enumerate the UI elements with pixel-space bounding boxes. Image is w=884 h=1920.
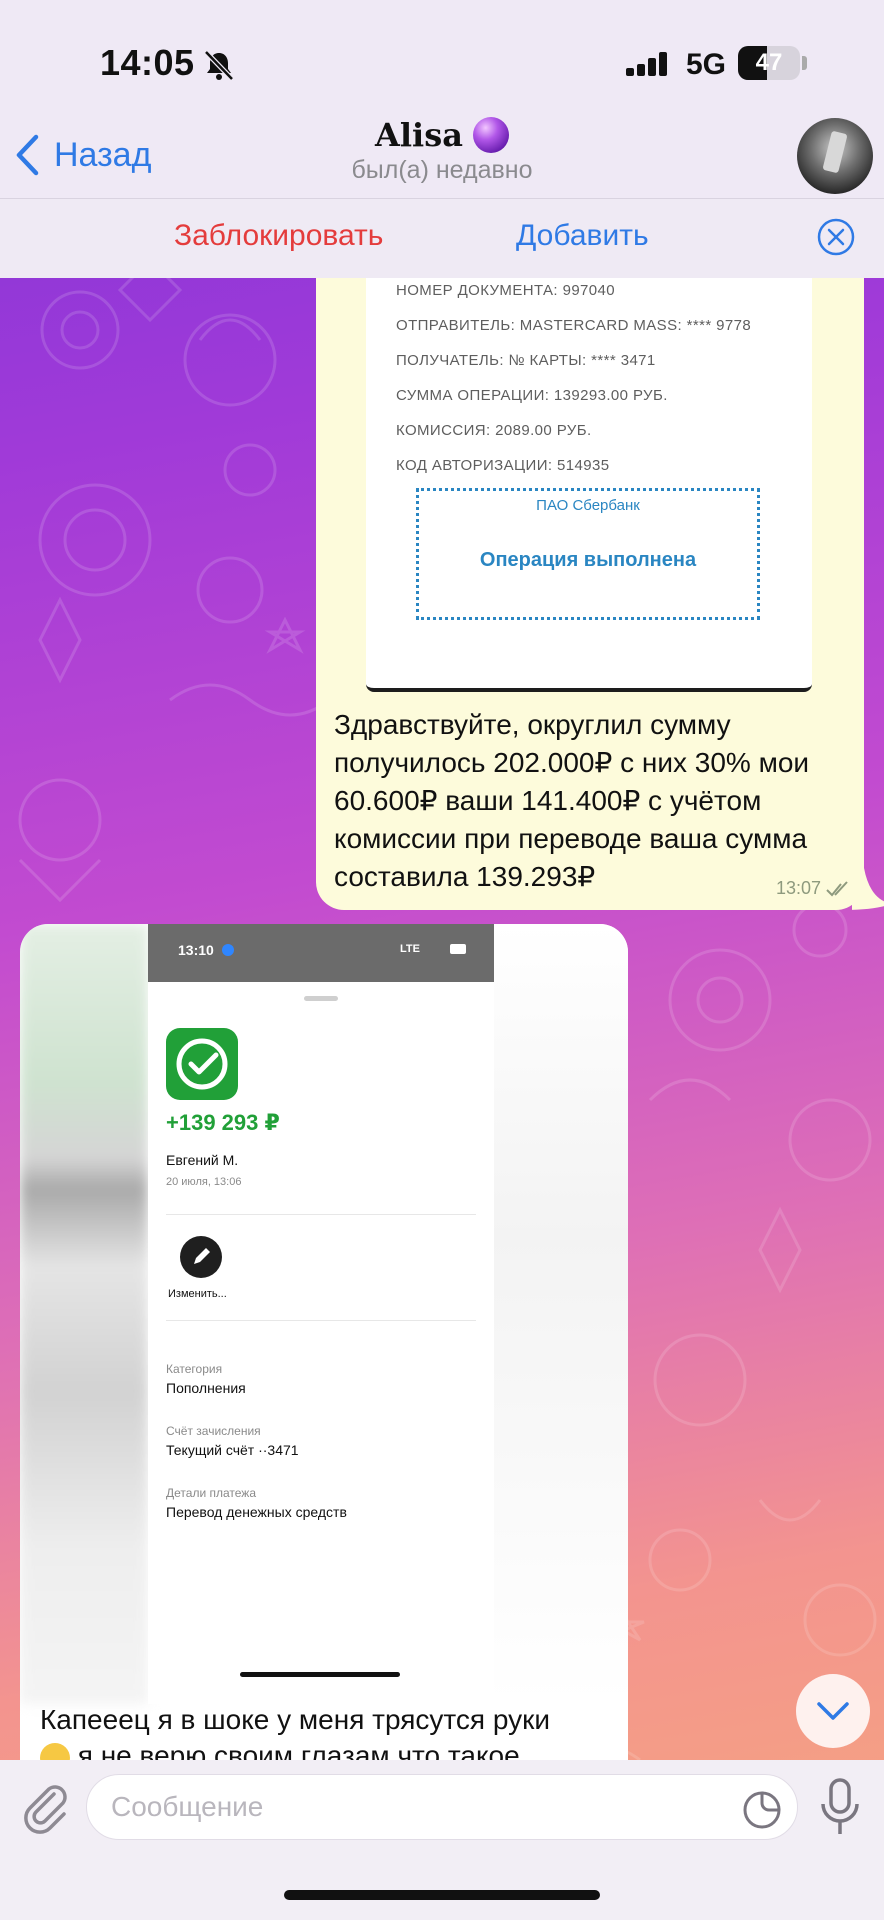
payment-screenshot[interactable]: 13:10 LTE +139 293 ₽ Евгений М. 20 июля,… [148, 924, 494, 1704]
stamp-bank-name: ПАО Сбербанк [536, 497, 640, 514]
add-contact-button[interactable]: Добавить [516, 219, 649, 253]
detail-label-payment: Детали платежа [166, 1486, 256, 1500]
message-input[interactable]: Сообщение [86, 1774, 798, 1840]
signal-icon [626, 52, 667, 76]
payment-amount: +139 293 ₽ [166, 1110, 280, 1135]
scroll-to-bottom-button[interactable] [796, 1674, 870, 1748]
payment-sheet: +139 293 ₽ Евгений М. 20 июля, 13:06 Изм… [148, 982, 494, 1704]
bank-stamp: ПАО Сбербанк Операция выполнена [416, 488, 760, 620]
detail-value-payment: Перевод денежных средств [166, 1504, 347, 1520]
detail-label-account: Счёт зачисления [166, 1424, 261, 1438]
outgoing-message-text: Здравствуйте, округлил сумму получилось … [334, 709, 810, 892]
receipt-recipient: ПОЛУЧАТЕЛЬ: № КАРТЫ: **** 3471 [396, 352, 656, 369]
message-time: 13:07 [776, 878, 822, 898]
microphone-icon[interactable] [818, 1774, 862, 1840]
chevron-left-icon [16, 134, 39, 176]
block-button[interactable]: Заблокировать [174, 219, 383, 253]
receipt-auth-code: КОД АВТОРИЗАЦИИ: 514935 [396, 457, 610, 474]
back-label: Назад [54, 135, 152, 174]
back-button[interactable]: Назад [14, 130, 151, 180]
edit-label: Изменить... [168, 1288, 227, 1300]
double-check-icon [826, 881, 848, 897]
payer-name: Евгений М. [166, 1152, 239, 1168]
chevron-down-icon [817, 1702, 849, 1720]
chat-status: был(а) недавно [351, 156, 533, 184]
chat-name-row: Alisa [375, 116, 509, 154]
chat-title[interactable]: Alisa был(а) недавно [260, 116, 624, 185]
close-icon[interactable] [816, 217, 856, 257]
chat-header: Назад Alisa был(а) недавно [0, 112, 884, 198]
status-bar: 14:05 5G 47 [0, 0, 884, 120]
receipt-amount: СУММА ОПЕРАЦИИ: 139293.00 РУБ. [396, 387, 668, 404]
sheet-grabber [304, 996, 338, 1001]
blurred-background-left [20, 924, 148, 1704]
network-type: 5G [686, 48, 727, 81]
contact-action-bar: Заблокировать Добавить [0, 198, 884, 278]
detail-label-category: Категория [166, 1362, 223, 1376]
message-placeholder: Сообщение [111, 1791, 264, 1822]
crystal-ball-emoji [472, 117, 509, 153]
screenshot-battery-icon [450, 944, 466, 954]
divider [166, 1214, 476, 1215]
screenshot-network: LTE [400, 943, 420, 955]
divider [166, 1320, 476, 1321]
edit-button [180, 1236, 222, 1278]
detail-value-category: Пополнения [166, 1380, 246, 1396]
sberbank-logo [166, 1028, 238, 1100]
blurred-background-right [494, 924, 628, 1704]
checkmark-icon [176, 1038, 228, 1090]
receipt-sender: ОТПРАВИТЕЛЬ: MASTERCARD MASS: **** 9778 [396, 317, 752, 334]
location-icon [222, 944, 234, 956]
screenshot-home-indicator [240, 1672, 400, 1677]
top-bar: 14:05 5G 47 Назад Alisa был(а) недавно З… [0, 0, 884, 278]
payment-date: 20 июля, 13:06 [166, 1176, 242, 1188]
status-time: 14:05 [100, 42, 195, 83]
bell-slash-icon [204, 50, 234, 81]
sticker-icon[interactable] [742, 1790, 782, 1830]
battery-level: 47 [755, 49, 783, 76]
outgoing-message[interactable]: НОМЕР ДОКУМЕНТА: 997040 ОТПРАВИТЕЛЬ: MAS… [316, 278, 884, 910]
battery-tip [802, 56, 807, 70]
message-composer: Сообщение [0, 1760, 884, 1920]
screenshot-time: 13:10 [178, 942, 214, 958]
avatar[interactable] [797, 118, 873, 194]
battery-indicator: 47 [738, 46, 800, 80]
paperclip-icon[interactable] [20, 1780, 68, 1834]
stamp-status: Операция выполнена [479, 549, 697, 571]
detail-value-account: Текущий счёт ··3471 [166, 1442, 299, 1458]
receipt-image[interactable]: НОМЕР ДОКУМЕНТА: 997040 ОТПРАВИТЕЛЬ: MAS… [366, 278, 812, 692]
home-indicator [284, 1890, 600, 1900]
receipt-fee: КОМИССИЯ: 2089.00 РУБ. [396, 422, 592, 439]
screenshot-status-bar: 13:10 LTE [148, 924, 494, 982]
incoming-text-line-1: Капееец я в шоке у меня трясутся руки [40, 1704, 550, 1735]
receipt-doc-number: НОМЕР ДОКУМЕНТА: 997040 [396, 282, 616, 299]
pencil-icon [194, 1248, 210, 1264]
chat-name: Alisa [375, 116, 463, 154]
